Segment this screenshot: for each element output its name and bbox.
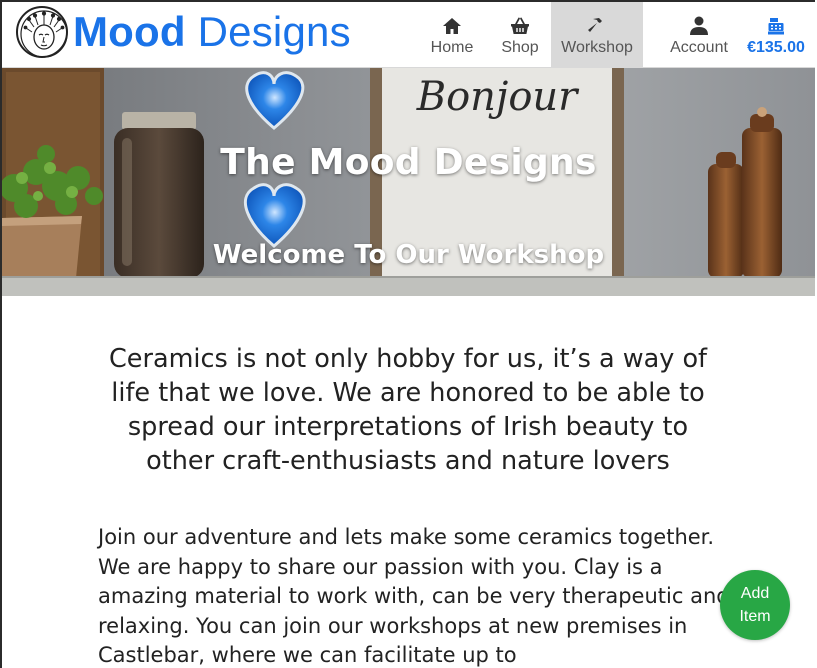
nav-workshop[interactable]: Workshop bbox=[551, 2, 643, 68]
brand-name: Mood Designs bbox=[73, 5, 351, 59]
cash-register-icon bbox=[767, 13, 785, 35]
home-icon bbox=[442, 13, 462, 35]
nav-shop[interactable]: Shop bbox=[489, 2, 551, 68]
nav-spacer bbox=[643, 2, 661, 68]
hero-banner: Bonjour The Mood Designs Welcome To Our … bbox=[2, 68, 815, 278]
main-nav: Home Shop Workshop Account €135.00 bbox=[415, 2, 815, 68]
add-item-label-line1: Add bbox=[740, 585, 770, 602]
nav-shop-label: Shop bbox=[501, 39, 539, 56]
basket-icon bbox=[510, 13, 530, 35]
brand-word-designs: Designs bbox=[197, 8, 351, 55]
nav-home[interactable]: Home bbox=[415, 2, 489, 68]
nav-workshop-label: Workshop bbox=[561, 39, 633, 56]
workshop-intro-paragraph: Join our adventure and lets make some ce… bbox=[98, 525, 730, 667]
page-frame: Mood Designs Home Shop Workshop Account … bbox=[0, 0, 815, 668]
add-item-label-line2: Item bbox=[739, 608, 771, 625]
brand-logo-link[interactable]: Mood Designs bbox=[16, 5, 351, 59]
hero-subtitle: Welcome To Our Workshop bbox=[212, 240, 605, 270]
bonjour-sign-text: Bonjour bbox=[416, 74, 580, 120]
nav-account-label: Account bbox=[670, 39, 728, 56]
user-icon bbox=[689, 13, 709, 35]
nav-bag-total[interactable]: €135.00 bbox=[737, 2, 815, 68]
hero-title: The Mood Designs bbox=[220, 142, 597, 183]
nav-home-label: Home bbox=[430, 39, 474, 56]
face-logo-icon bbox=[16, 6, 68, 58]
hero-bottom-strip bbox=[2, 278, 815, 296]
nav-account[interactable]: Account bbox=[661, 2, 737, 68]
add-item-button[interactable]: Add Item bbox=[720, 570, 790, 640]
workshop-lead-text: Ceramics is not only hobby for us, it’s … bbox=[108, 344, 708, 476]
brand-word-mood: Mood bbox=[73, 8, 186, 55]
nav-bag-total-label: €135.00 bbox=[747, 39, 805, 56]
top-navbar: Mood Designs Home Shop Workshop Account … bbox=[2, 2, 815, 68]
hammer-icon bbox=[587, 13, 607, 35]
